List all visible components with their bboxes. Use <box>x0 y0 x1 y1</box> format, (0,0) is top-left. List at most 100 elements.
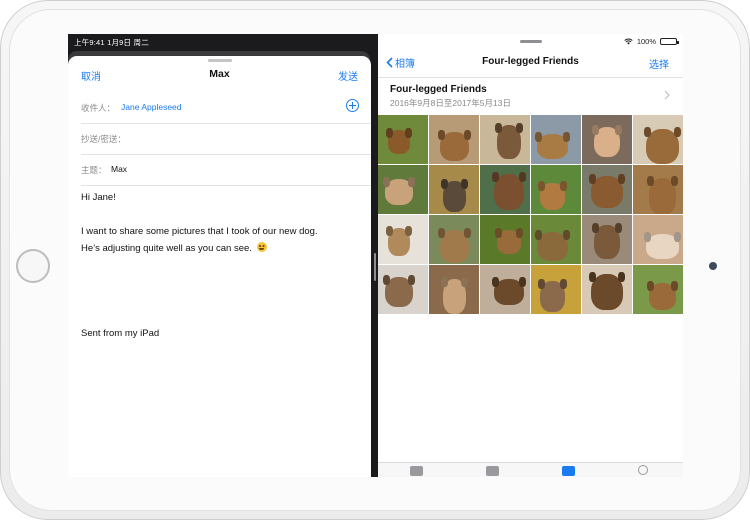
photo-thumbnail[interactable] <box>582 265 632 314</box>
photo-thumbnail[interactable] <box>633 215 683 264</box>
dog-ear-shape <box>615 223 622 233</box>
dog-ear-shape <box>440 276 448 287</box>
status-time: 上午9:41 <box>74 38 105 47</box>
cc-bcc-field[interactable]: 抄送/密送： <box>81 123 371 155</box>
photos-nav-bar: 相簿 Four-legged Friends 选择 <box>378 34 683 78</box>
photo-thumbnail[interactable] <box>378 165 428 214</box>
dog-ear-shape <box>646 280 654 291</box>
photo-thumbnail[interactable] <box>633 165 683 214</box>
album-header[interactable]: Four-legged Friends 2016年9月8日至2017年5月13日 <box>378 78 683 115</box>
body-line-1: I want to share some pictures that I too… <box>81 226 318 237</box>
status-date: 1月9日 周二 <box>107 38 149 47</box>
add-contact-button[interactable] <box>346 99 359 112</box>
dog-ear-shape <box>437 129 445 140</box>
dog-ear-shape <box>460 178 468 189</box>
photo-thumbnail[interactable] <box>582 215 632 264</box>
mail-nav-bar: 取消 Max 发送 <box>68 56 371 92</box>
photo-thumbnail[interactable] <box>531 265 581 314</box>
camera-lens <box>709 262 717 270</box>
dog-ear-shape <box>519 172 526 182</box>
photo-thumbnail[interactable] <box>378 115 428 164</box>
dog-ear-shape <box>559 180 567 191</box>
dog-ear-shape <box>492 172 499 182</box>
mail-title: Max <box>209 68 230 80</box>
home-button[interactable] <box>16 249 50 283</box>
photo-thumbnail[interactable] <box>429 215 479 264</box>
dog-ear-shape <box>534 229 542 240</box>
dog-ear-shape <box>463 227 471 238</box>
dog-ear-shape <box>492 277 499 287</box>
ipad-screen: 上午9:41 1月9日 周二 取消 Max 发送 收件人： Jane Apple… <box>68 34 683 477</box>
dog-ear-shape <box>516 228 523 238</box>
dog-ear-shape <box>646 175 654 186</box>
dog-ear-shape <box>673 126 681 137</box>
dog-ear-shape <box>589 174 596 184</box>
search-tab-icon[interactable] <box>638 465 648 475</box>
body-line-2-wrap: He’s adjusting quite well as you can see… <box>81 240 357 257</box>
dog-ear-shape <box>408 177 415 187</box>
photo-thumbnail[interactable] <box>480 165 530 214</box>
photo-thumbnail[interactable] <box>429 165 479 214</box>
dog-ear-shape <box>383 177 390 187</box>
photo-grid <box>378 115 683 314</box>
photo-thumbnail[interactable] <box>429 265 479 314</box>
photo-thumbnail[interactable] <box>378 265 428 314</box>
dog-ear-shape <box>386 226 393 236</box>
photo-thumbnail[interactable] <box>582 165 632 214</box>
body-signature: Sent from my iPad <box>81 328 160 339</box>
dog-ear-shape <box>463 129 471 140</box>
dog-ear-shape <box>408 275 415 285</box>
send-button[interactable]: 发送 <box>338 68 358 83</box>
dog-ear-shape <box>440 178 448 189</box>
to-field[interactable]: 收件人： Jane Appleseed <box>81 92 371 124</box>
photos-title: Four-legged Friends <box>482 56 579 67</box>
dog-ear-shape <box>383 275 390 285</box>
dog-ear-shape <box>618 174 625 184</box>
split-view-handle[interactable] <box>374 253 376 281</box>
subject-label: 主题： <box>81 165 107 175</box>
dog-ear-shape <box>495 228 502 238</box>
dog-ear-shape <box>618 272 625 282</box>
photo-thumbnail[interactable] <box>480 115 530 164</box>
body-greeting: Hi Jane! <box>81 192 116 203</box>
dog-ear-shape <box>670 280 678 291</box>
status-time-date: 上午9:41 1月9日 周二 <box>74 37 149 48</box>
photo-thumbnail[interactable] <box>531 165 581 214</box>
dog-ear-shape <box>615 125 622 135</box>
photos-app-pane: 100% 相簿 Four-legged Friends 选择 Four-legg… <box>378 34 683 477</box>
mail-body-editor[interactable]: Hi Jane! I want to share some pictures t… <box>81 189 357 342</box>
photo-thumbnail[interactable] <box>633 265 683 314</box>
photo-thumbnail[interactable] <box>480 265 530 314</box>
photo-thumbnail[interactable] <box>429 115 479 164</box>
dog-ear-shape <box>519 277 526 287</box>
photos-tab-bar <box>378 462 683 477</box>
dog-ear-shape <box>562 131 570 142</box>
photo-thumbnail[interactable] <box>531 215 581 264</box>
photo-thumbnail[interactable] <box>633 115 683 164</box>
photo-thumbnail[interactable] <box>378 215 428 264</box>
photo-thumbnail[interactable] <box>531 115 581 164</box>
dog-ear-shape <box>562 229 570 240</box>
select-button[interactable]: 选择 <box>649 56 669 71</box>
chevron-right-icon <box>664 90 670 100</box>
album-name: Four-legged Friends <box>390 84 487 95</box>
dog-ear-shape <box>670 175 678 186</box>
dog-ear-shape <box>386 128 393 138</box>
subject-field[interactable]: 主题： Max <box>81 154 371 186</box>
cc-bcc-label: 抄送/密送： <box>81 134 126 144</box>
photos-tab-icon[interactable] <box>410 466 423 476</box>
album-date-range: 2016年9月8日至2017年5月13日 <box>390 98 511 108</box>
to-label: 收件人： <box>81 103 116 113</box>
dog-ear-shape <box>495 123 502 133</box>
subject-value[interactable]: Max <box>111 164 127 174</box>
dog-ear-shape <box>537 180 545 191</box>
albums-tab-icon[interactable] <box>562 466 575 476</box>
dog-ear-shape <box>592 223 599 233</box>
body-line-2: He’s adjusting quite well as you can see… <box>81 243 252 254</box>
photo-thumbnail[interactable] <box>582 115 632 164</box>
recipient-token[interactable]: Jane Appleseed <box>121 102 182 112</box>
mail-compose-sheet: 取消 Max 发送 收件人： Jane Appleseed 抄送/密送： 主题：… <box>68 56 371 477</box>
memories-tab-icon[interactable] <box>486 466 499 476</box>
photo-thumbnail[interactable] <box>480 215 530 264</box>
dog-ear-shape <box>643 126 651 137</box>
